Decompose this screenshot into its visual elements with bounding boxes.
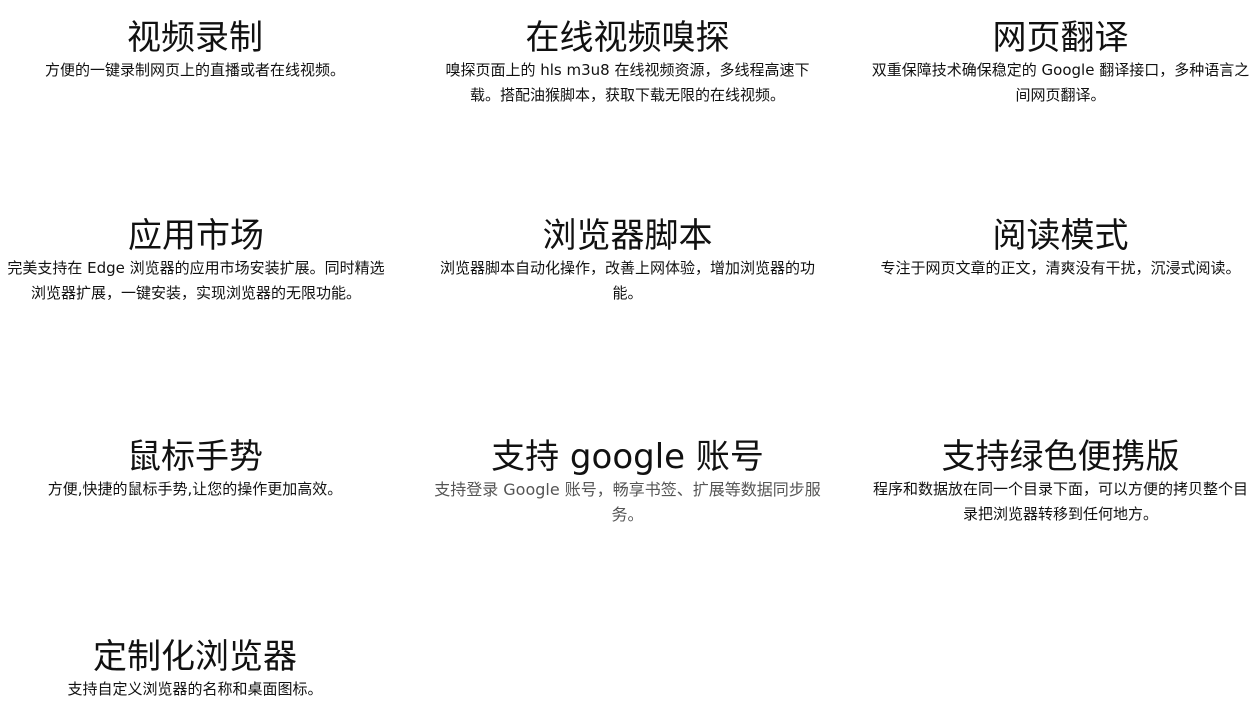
feature-desc: 浏览器脚本自动化操作，改善上网体验，增加浏览器的功能。 [439,259,815,302]
feature-video-recording: 视频录制 方便的一键录制网页上的直播或者在线视频。 [20,18,370,83]
feature-browser-script: 浏览器脚本 浏览器脚本自动化操作，改善上网体验，增加浏览器的功能。 [435,216,820,306]
feature-title: 在线视频嗅探 [525,18,730,58]
feature-title: 鼠标手势 [127,437,263,477]
feature-video-sniffing: 在线视频嗅探 嗅探页面上的 hls m3u8 在线视频资源，多线程高速下载。搭配… [435,18,820,108]
feature-desc: 支持登录 Google 账号，畅享书签、扩展等数据同步服务。 [434,480,821,524]
feature-custom-browser: 定制化浏览器 支持自定义浏览器的名称和桌面图标。 [20,637,370,702]
feature-title: 阅读模式 [992,216,1129,256]
feature-title: 支持 google 账号 [491,437,764,477]
feature-app-market: 应用市场 完美支持在 Edge 浏览器的应用市场安装扩展。同时精选浏览器扩展，一… [6,216,386,306]
feature-web-translation: 网页翻译 双重保障技术确保稳定的 Google 翻译接口，多种语言之间网页翻译。 [868,18,1253,108]
feature-title: 应用市场 [128,216,264,256]
feature-title: 支持绿色便携版 [941,437,1180,477]
feature-title: 定制化浏览器 [93,637,297,677]
feature-mouse-gestures: 鼠标手势 方便,快捷的鼠标手势,让您的操作更加高效。 [20,437,370,502]
feature-google-account: 支持 google 账号 支持登录 Google 账号，畅享书签、扩展等数据同步… [430,437,825,527]
feature-portable-version: 支持绿色便携版 程序和数据放在同一个目录下面，可以方便的拷贝整个目录把浏览器转移… [868,437,1253,527]
feature-desc: 方便的一键录制网页上的直播或者在线视频。 [44,61,345,79]
feature-reading-mode: 阅读模式 专注于网页文章的正文，清爽没有干扰，沉浸式阅读。 [868,216,1253,281]
feature-desc: 方便,快捷的鼠标手势,让您的操作更加高效。 [47,480,343,498]
feature-title: 网页翻译 [992,18,1129,58]
feature-title: 浏览器脚本 [542,216,713,256]
feature-desc: 专注于网页文章的正文，清爽没有干扰，沉浸式阅读。 [880,259,1241,277]
feature-desc: 程序和数据放在同一个目录下面，可以方便的拷贝整个目录把浏览器转移到任何地方。 [872,480,1248,523]
feature-desc: 完美支持在 Edge 浏览器的应用市场安装扩展。同时精选浏览器扩展，一键安装，实… [7,259,385,302]
feature-title: 视频录制 [127,18,263,58]
feature-desc: 双重保障技术确保稳定的 Google 翻译接口，多种语言之间网页翻译。 [871,61,1250,104]
feature-desc: 支持自定义浏览器的名称和桌面图标。 [67,680,323,698]
feature-desc: 嗅探页面上的 hls m3u8 在线视频资源，多线程高速下载。搭配油猴脚本，获取… [445,61,810,104]
